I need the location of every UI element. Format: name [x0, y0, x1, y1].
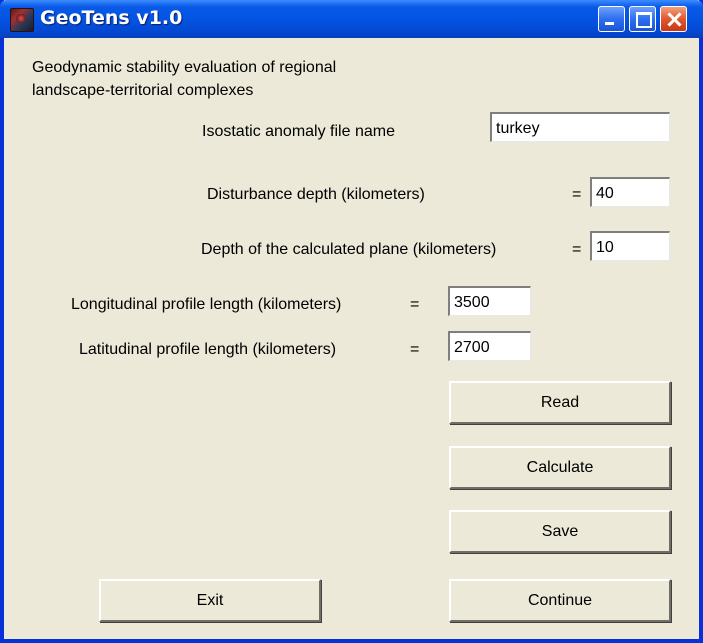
plane-depth-label: Depth of the calculated plane (kilometer… [201, 241, 497, 258]
title-bar[interactable]: GeoTens v1.0 [0, 0, 703, 38]
plane-depth-input[interactable] [590, 231, 670, 261]
exit-button[interactable]: Exit [99, 579, 321, 622]
disturbance-depth-label: Disturbance depth (kilometers) [207, 186, 425, 203]
description: Geodynamic stability evaluation of regio… [32, 56, 336, 102]
read-button[interactable]: Read [449, 381, 671, 424]
disturbance-depth-equals: = [572, 186, 582, 203]
plane-depth-equals: = [572, 241, 582, 258]
longitudinal-length-label: Longitudinal profile length (kilometers) [71, 296, 342, 313]
description-line-1: Geodynamic stability evaluation of regio… [32, 59, 337, 76]
calculate-button[interactable]: Calculate [449, 446, 671, 489]
longitudinal-length-equals: = [410, 296, 420, 313]
description-line-2: landscape-territorial complexes [32, 82, 254, 99]
disturbance-depth-input[interactable] [590, 177, 670, 207]
client-area: Geodynamic stability evaluation of regio… [4, 38, 699, 639]
minimize-icon[interactable] [598, 6, 625, 32]
longitudinal-length-input[interactable] [448, 286, 531, 316]
close-icon[interactable] [660, 6, 687, 32]
geotens-app-icon[interactable] [10, 8, 34, 32]
continue-button[interactable]: Continue [449, 579, 671, 622]
latitudinal-length-input[interactable] [448, 331, 531, 361]
window-title: GeoTens v1.0 [40, 7, 183, 29]
anomaly-file-label: Isostatic anomaly file name [202, 123, 395, 140]
maximize-icon[interactable] [629, 6, 656, 32]
anomaly-file-input[interactable] [490, 112, 670, 142]
save-button[interactable]: Save [449, 510, 671, 553]
latitudinal-length-label: Latitudinal profile length (kilometers) [79, 341, 337, 358]
latitudinal-length-equals: = [410, 341, 420, 358]
app-window: GeoTens v1.0 Geodynamic stability evalua… [0, 0, 703, 643]
